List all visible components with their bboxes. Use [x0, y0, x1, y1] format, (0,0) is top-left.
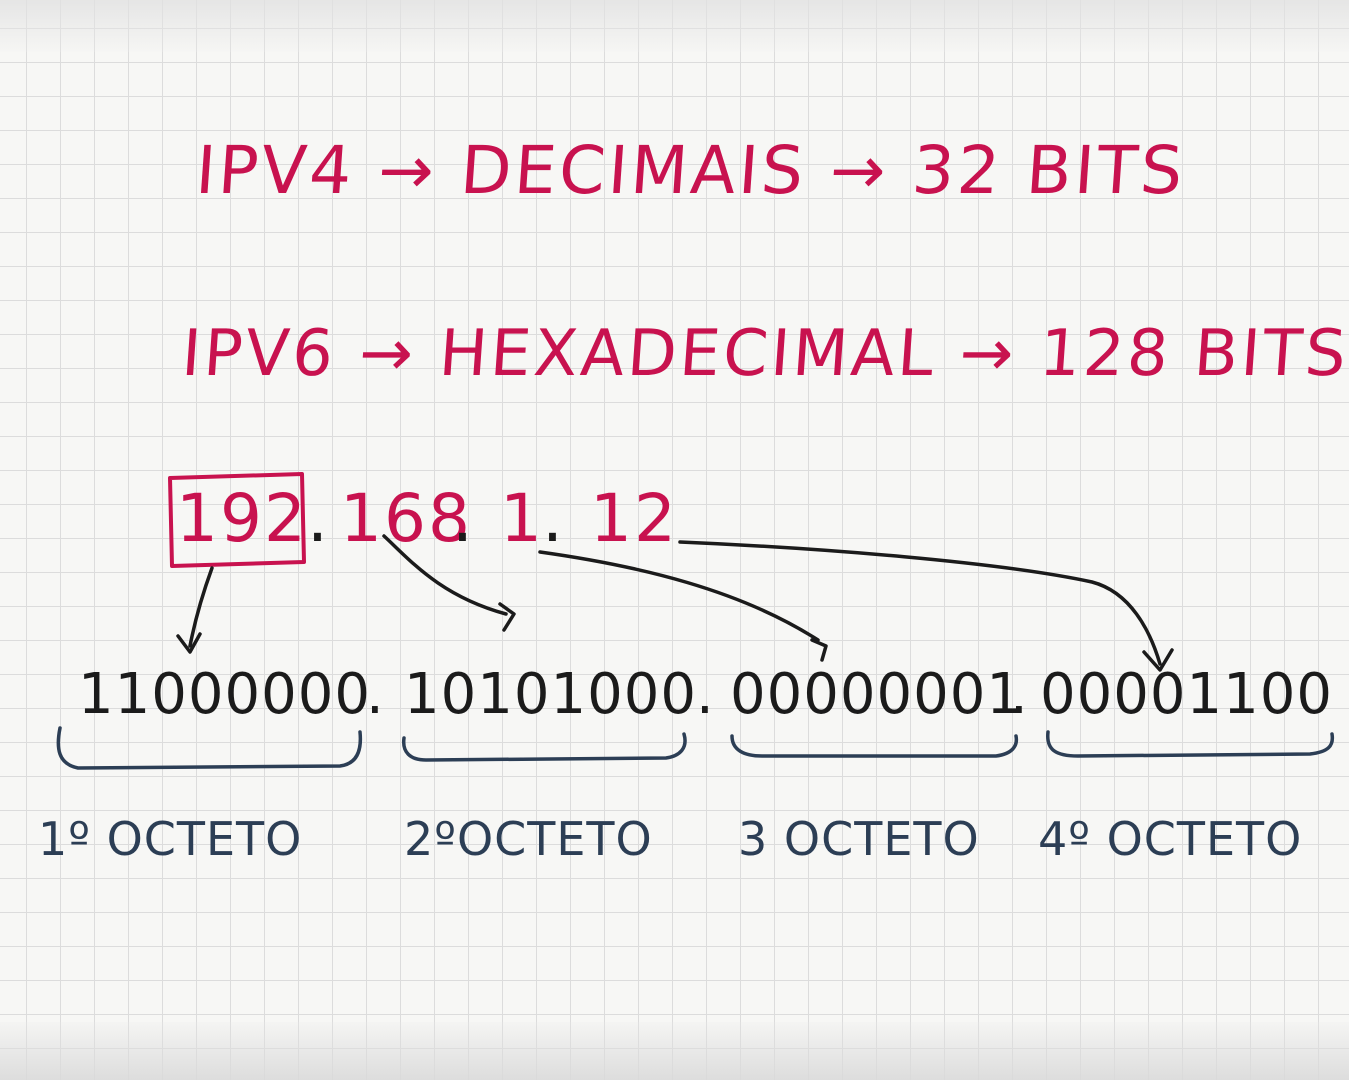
arrow-octet-2 — [382, 534, 508, 616]
arrow-octet-4 — [678, 540, 1162, 666]
brace-octet-2 — [401, 732, 687, 762]
brace-octet-1 — [56, 726, 363, 770]
highlight-box-192 — [168, 472, 306, 568]
arrowhead-octet-3 — [810, 638, 828, 662]
arrowhead-octet-2 — [498, 602, 516, 632]
ink-strokes — [56, 472, 1335, 770]
arrow-octet-3 — [538, 550, 820, 642]
brace-octet-4 — [1046, 730, 1335, 758]
brace-octet-3 — [730, 734, 1019, 758]
